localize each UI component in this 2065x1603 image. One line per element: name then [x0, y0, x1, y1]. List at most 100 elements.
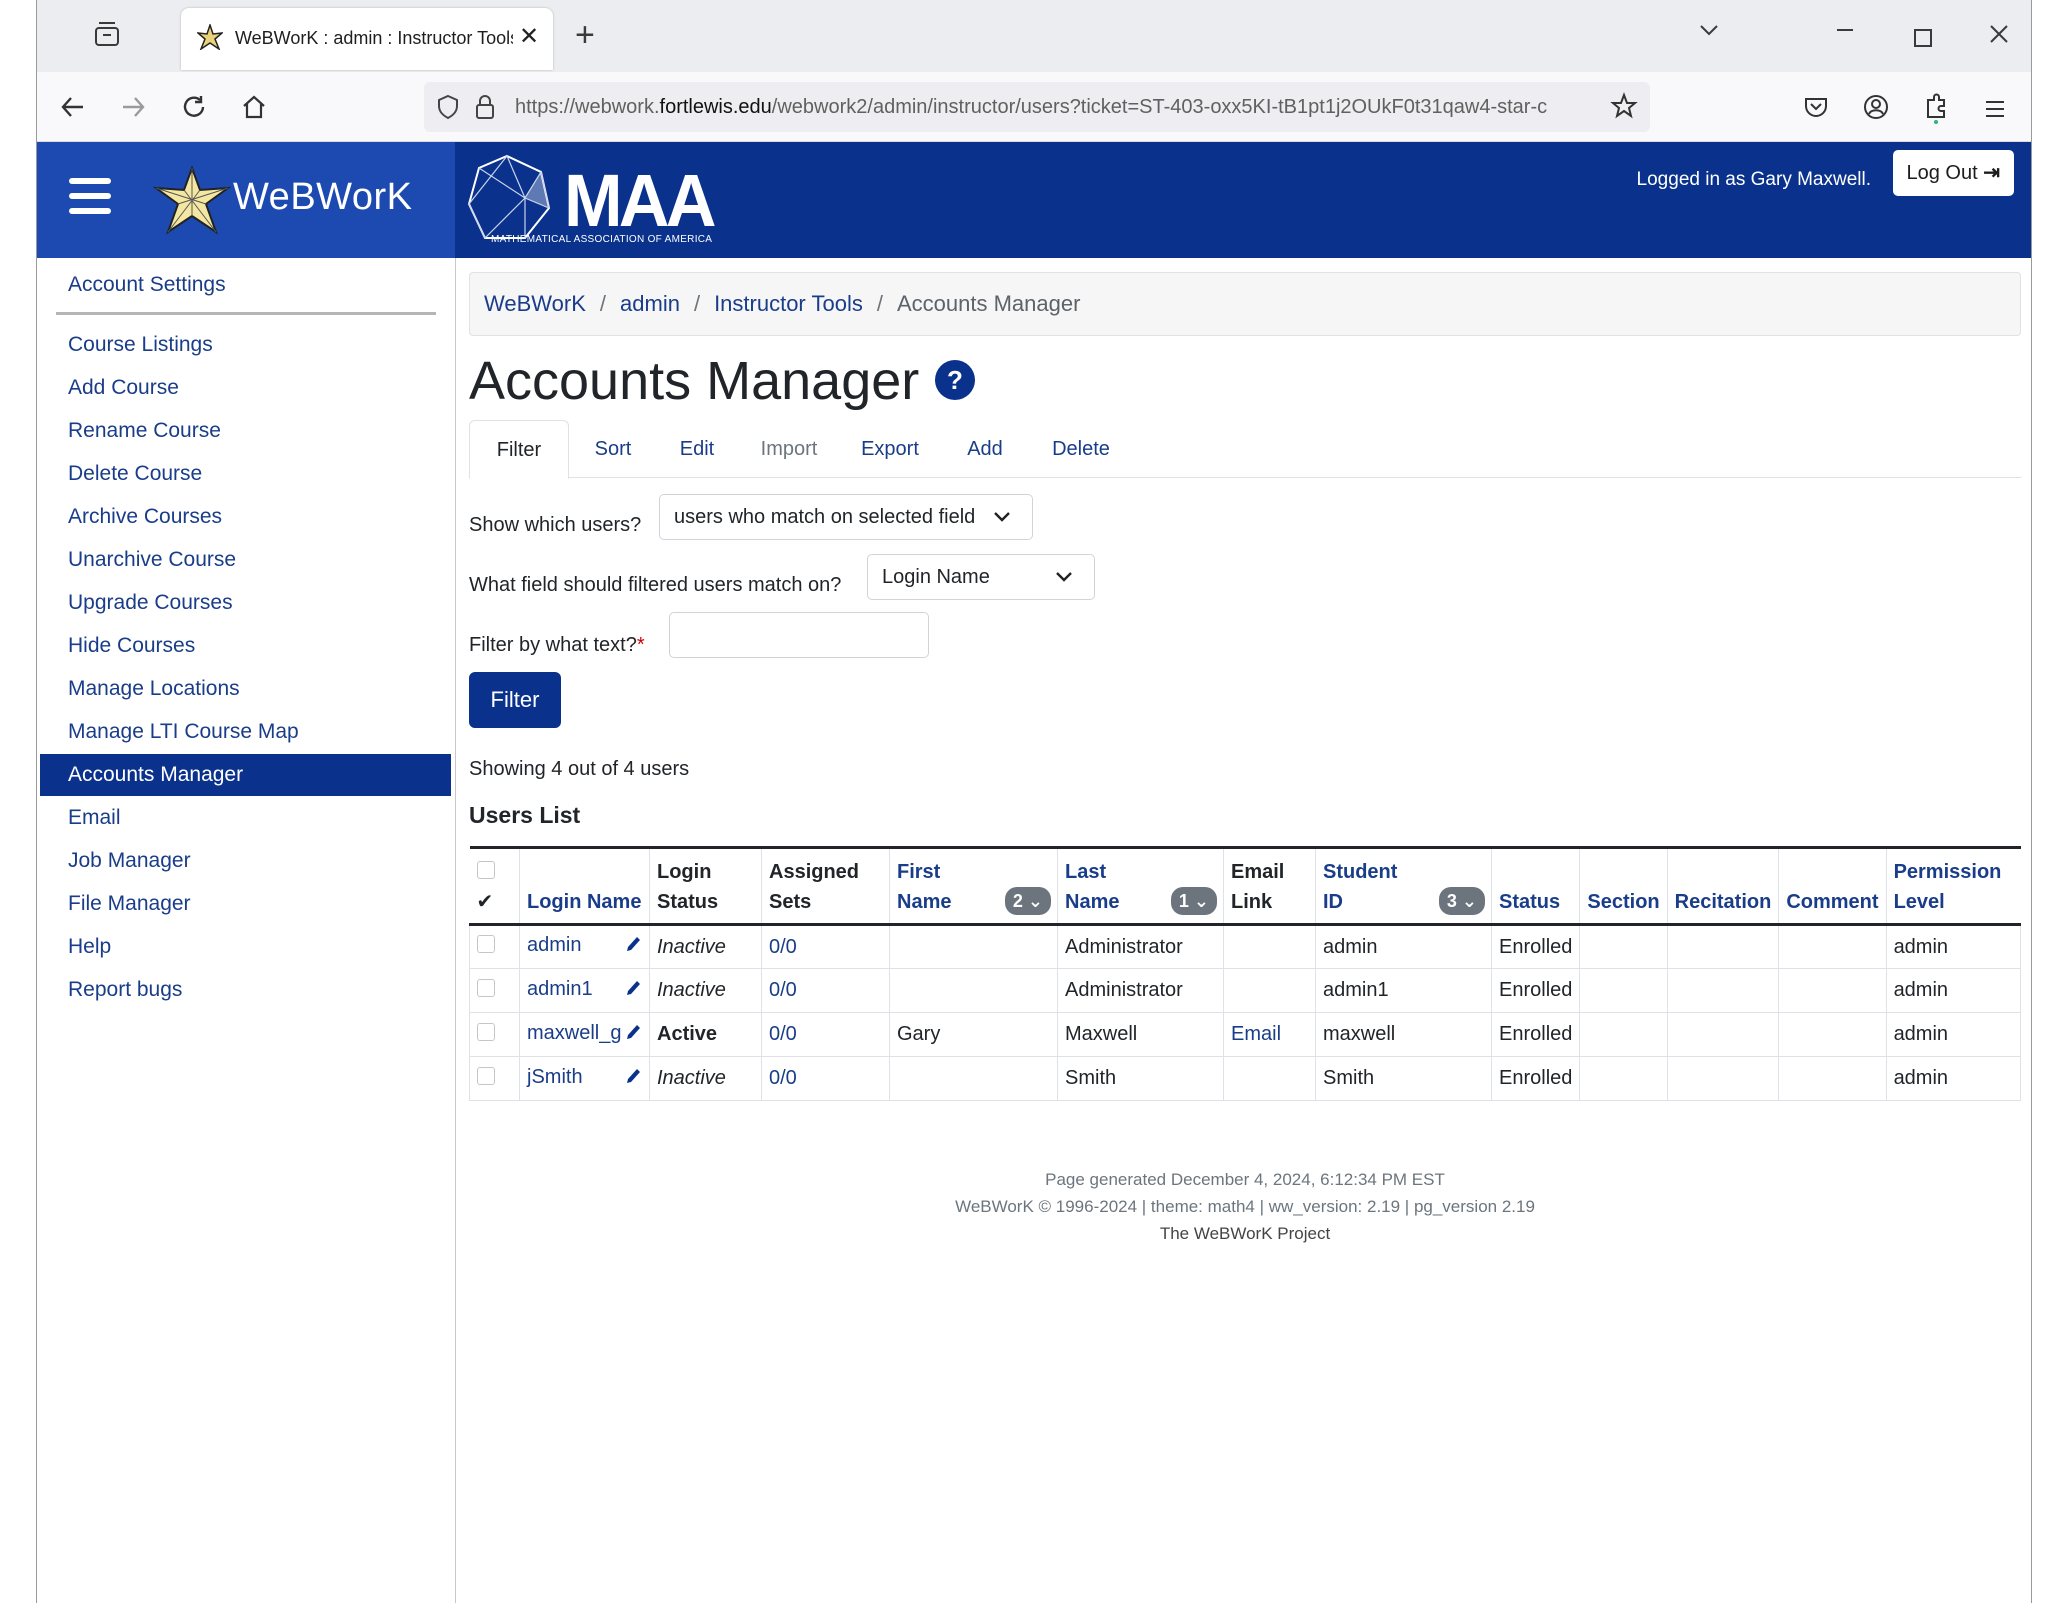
- tab-delete[interactable]: Delete: [1031, 420, 1131, 478]
- login-name-link[interactable]: jSmith: [527, 1066, 583, 1088]
- back-arrow-icon[interactable]: [59, 94, 87, 126]
- header-section[interactable]: Section: [1579, 846, 1668, 926]
- sidebar-item-manage-lti-course-map[interactable]: Manage LTI Course Map: [40, 711, 451, 753]
- tab-import[interactable]: Import: [741, 420, 837, 478]
- sidebar-item-report-bugs[interactable]: Report bugs: [40, 969, 451, 1011]
- table-header-row: ✔ Login Name Login Status Assigned Sets Fi…: [469, 846, 2021, 926]
- webwork-star-logo[interactable]: [152, 164, 232, 241]
- new-tab-icon[interactable]: +: [575, 18, 595, 52]
- status-cell: Enrolled: [1490, 924, 1580, 969]
- select-toggle-icon[interactable]: ✔: [477, 891, 494, 913]
- email-link[interactable]: Email: [1231, 1023, 1281, 1045]
- logout-button[interactable]: Log Out ⇥: [1892, 150, 2014, 196]
- header-email-link: Email Link: [1223, 846, 1316, 926]
- account-icon[interactable]: [1863, 94, 1889, 126]
- breadcrumb-admin[interactable]: admin: [620, 291, 680, 316]
- sidebar-item-accounts-manager[interactable]: Accounts Manager: [40, 754, 451, 796]
- home-icon[interactable]: [241, 94, 267, 126]
- comment-cell: [1778, 1012, 1887, 1057]
- sidebar-item-archive-courses[interactable]: Archive Courses: [40, 496, 451, 538]
- list-tabs-chevron-icon[interactable]: [1697, 18, 1721, 48]
- maximize-icon[interactable]: [1913, 24, 1933, 54]
- tab-sort[interactable]: Sort: [575, 420, 651, 478]
- login-name-cell: admin1: [519, 968, 650, 1013]
- sidebar-item-manage-locations[interactable]: Manage Locations: [40, 668, 451, 710]
- show-users-select[interactable]: users who match on selected field: [659, 494, 1033, 540]
- match-field-select[interactable]: Login Name: [867, 554, 1095, 600]
- login-name-link[interactable]: maxwell_g: [527, 1022, 621, 1044]
- header-student-id[interactable]: Student ID 3 ⌄: [1315, 846, 1492, 926]
- menu-icon[interactable]: [1983, 96, 2007, 126]
- sidebar-item-add-course[interactable]: Add Course: [40, 367, 451, 409]
- filter-button[interactable]: Filter: [469, 672, 561, 728]
- breadcrumb-webwork[interactable]: WeBWorK: [484, 291, 586, 316]
- header-last-name[interactable]: Last Name 1 ⌄: [1057, 846, 1224, 926]
- header-permission-level[interactable]: Permission Level: [1885, 846, 2021, 926]
- row-checkbox[interactable]: [477, 935, 495, 953]
- lock-icon[interactable]: [474, 94, 496, 125]
- brand-title[interactable]: WeBWorK: [233, 176, 412, 219]
- tab-export[interactable]: Export: [841, 420, 939, 478]
- header-login-name[interactable]: Login Name: [519, 846, 650, 926]
- page-title: Accounts Manager: [469, 351, 920, 411]
- row-checkbox[interactable]: [477, 1022, 495, 1041]
- assigned-sets-link[interactable]: 0/0: [769, 979, 797, 1001]
- pencil-edit-icon[interactable]: [624, 978, 642, 1004]
- filter-text-input[interactable]: [669, 612, 929, 658]
- row-checkbox[interactable]: [477, 1066, 495, 1085]
- header-status[interactable]: Status: [1490, 846, 1580, 926]
- breadcrumb-instructor-tools[interactable]: Instructor Tools: [714, 291, 863, 316]
- sidebar-item-job-manager[interactable]: Job Manager: [40, 840, 451, 882]
- close-window-icon[interactable]: [1987, 22, 2011, 52]
- sidebar-item-course-listings[interactable]: Course Listings: [40, 324, 451, 366]
- tab-edit[interactable]: Edit: [655, 420, 739, 478]
- row-checkbox[interactable]: [477, 978, 495, 997]
- pencil-edit-icon[interactable]: [624, 1022, 642, 1048]
- tab-filter[interactable]: Filter: [469, 420, 569, 479]
- sidebar-item-email[interactable]: Email: [40, 797, 451, 839]
- sort-order-value: 1: [1178, 891, 1189, 911]
- select-all-checkbox[interactable]: [476, 861, 495, 879]
- assigned-sets-link[interactable]: 0/0: [769, 1023, 797, 1045]
- extensions-icon[interactable]: [1923, 92, 1949, 130]
- close-tab-icon[interactable]: ✕: [519, 22, 539, 51]
- sidebar-item-delete-course[interactable]: Delete Course: [40, 453, 451, 495]
- last-name-cell: Smith: [1057, 1056, 1224, 1101]
- sidebar-item-rename-course[interactable]: Rename Course: [40, 410, 451, 452]
- header-login-status-line1: Login: [657, 861, 712, 883]
- url-bar[interactable]: https://webwork.fortlewis.edu/webwork2/a…: [424, 82, 1650, 132]
- maa-logo[interactable]: MAA MATHEMATICAL ASSOCIATION OF AMERICA: [467, 152, 717, 253]
- login-name-link[interactable]: admin1: [527, 978, 593, 1000]
- bookmark-star-icon[interactable]: [1610, 92, 1638, 125]
- pencil-edit-icon[interactable]: [624, 1066, 642, 1092]
- tab-overview-icon[interactable]: [93, 20, 121, 54]
- help-icon[interactable]: ?: [935, 360, 975, 400]
- match-field-value: Login Name: [882, 566, 990, 588]
- pencil-edit-icon[interactable]: [624, 934, 642, 960]
- header-recitation[interactable]: Recitation: [1666, 846, 1779, 926]
- sidebar-item-upgrade-courses[interactable]: Upgrade Courses: [40, 582, 451, 624]
- header-comment[interactable]: Comment: [1778, 846, 1887, 926]
- first-name-cell: [889, 1056, 1058, 1101]
- reload-icon[interactable]: [181, 94, 207, 126]
- sidebar-item-unarchive-course[interactable]: Unarchive Course: [40, 539, 451, 581]
- login-name-cell: admin: [519, 924, 650, 969]
- header-first-name[interactable]: First Name 2 ⌄: [889, 846, 1058, 926]
- login-name-link[interactable]: admin: [527, 934, 581, 956]
- sidebar-item-account-settings[interactable]: Account Settings: [40, 264, 451, 306]
- pocket-icon[interactable]: [1803, 94, 1829, 126]
- assigned-sets-link[interactable]: 0/0: [769, 936, 797, 958]
- table-row: jSmith Inactive 0/0 Smith Smith Enrolled admin: [469, 1056, 2022, 1101]
- login-status-cell: Active: [649, 1012, 762, 1057]
- hamburger-menu-icon[interactable]: [69, 178, 111, 218]
- assigned-sets-link[interactable]: 0/0: [769, 1067, 797, 1089]
- tab-add[interactable]: Add: [943, 420, 1027, 478]
- forward-arrow-icon[interactable]: [119, 94, 147, 126]
- sidebar-item-help[interactable]: Help: [40, 926, 451, 968]
- sidebar-item-file-manager[interactable]: File Manager: [40, 883, 451, 925]
- shield-icon[interactable]: [436, 94, 460, 125]
- minimize-icon[interactable]: [1833, 18, 1857, 48]
- logout-label: Log Out: [1906, 162, 1978, 184]
- sidebar-item-hide-courses[interactable]: Hide Courses: [40, 625, 451, 667]
- browser-tab-active[interactable]: WeBWorK : admin : Instructor Tools ✕: [181, 8, 553, 70]
